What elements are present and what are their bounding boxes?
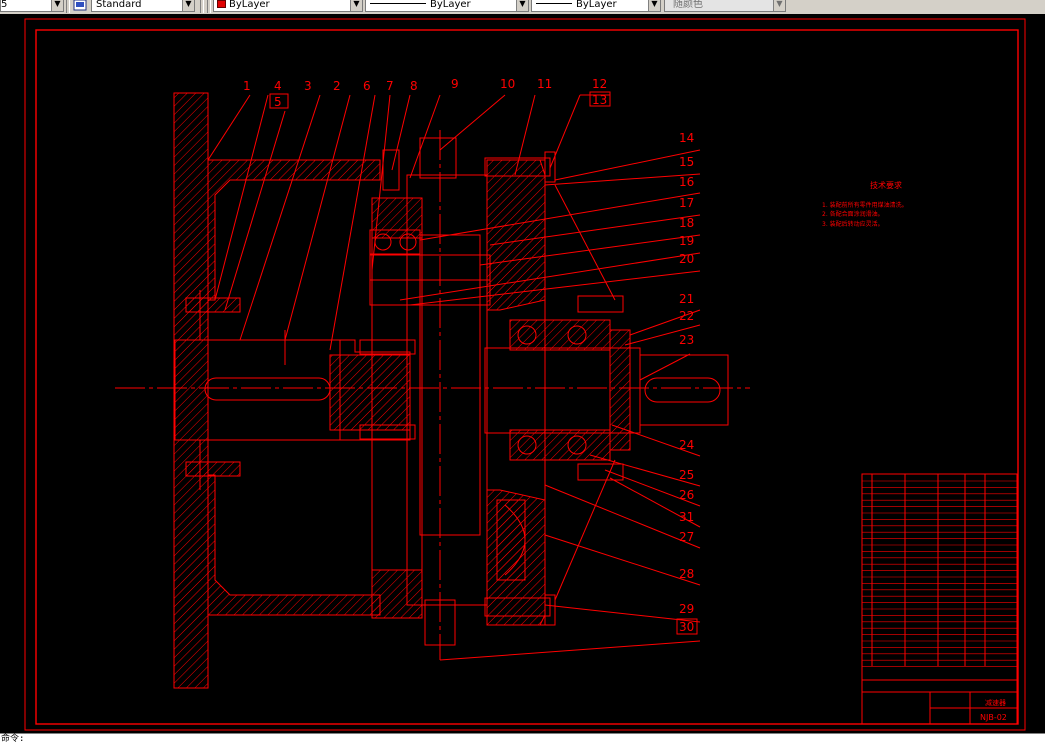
chevron-down-icon[interactable]: ▼ [350,0,362,11]
parts-list-table: 减速器 NJB-02 [861,473,1018,725]
upper-bearing [369,229,491,306]
balloon-21: 21 [679,292,694,306]
chevron-down-icon[interactable]: ▼ [773,0,785,11]
balloon-3: 3 [304,79,312,93]
layer-combo[interactable]: 5 ▼ [0,0,64,12]
text-style-value: Standard [96,0,142,10]
note-line: 2. 各配合面涂润滑油。 [822,210,884,218]
toolbar-separator [66,0,70,13]
balloon-15: 15 [679,155,694,169]
balloon-25: 25 [679,468,694,482]
balloon-1: 1 [243,79,251,93]
color-swatch-icon [217,0,226,8]
balloon-18: 18 [679,216,694,230]
balloon-13: 13 [592,93,607,107]
linetype-value: ByLayer [430,0,471,10]
drawing-canvas[interactable]: 1 4 5 3 2 6 7 8 9 10 11 12 13 14 15 16 1… [0,14,1045,733]
balloon-5: 5 [274,95,282,109]
balloon-27: 27 [679,530,694,544]
balloon-8: 8 [410,79,418,93]
balloon-10: 10 [500,77,515,91]
balloon-24: 24 [679,438,694,452]
balloon-22: 22 [679,309,694,323]
linetype-combo[interactable]: ByLayer ▼ [365,0,529,12]
chevron-down-icon[interactable]: ▼ [51,0,63,11]
balloon-12: 12 [592,77,607,91]
drawing-number: NJB-02 [980,713,1007,722]
lineweight-combo[interactable]: ByLayer ▼ [531,0,661,12]
input-shaft [174,330,411,441]
drawing-name: 减速器 [985,698,1006,707]
toolbar-separator [207,0,211,13]
chevron-down-icon[interactable]: ▼ [516,0,528,11]
balloon-20: 20 [679,252,694,266]
balloon-7: 7 [386,79,394,93]
note-line: 1. 装配前所有零件用煤油清洗。 [822,201,908,209]
technical-notes: 技术要求 1. 装配前所有零件用煤油清洗。 2. 各配合面涂润滑油。 3. 装配… [822,180,908,228]
balloon-31: 31 [679,510,694,524]
text-style-combo[interactable]: Standard ▼ [91,0,195,12]
balloon-16: 16 [679,175,694,189]
balloon-14: 14 [679,131,694,145]
balloon-2: 2 [333,79,341,93]
note-line: 3. 装配后转动应灵活。 [822,220,884,228]
balloon-19: 19 [679,234,694,248]
command-line[interactable]: 命令: [0,733,1045,745]
balloon-30: 30 [679,620,694,634]
color-value: ByLayer [229,0,270,10]
balloon-11: 11 [537,77,552,91]
toolbar-separator [200,0,204,13]
balloon-9: 9 [451,77,459,91]
linetype-preview-icon [370,3,426,4]
chevron-down-icon[interactable]: ▼ [182,0,194,11]
balloon-26: 26 [679,488,694,502]
balloon-4: 4 [274,79,282,93]
chevron-down-icon[interactable]: ▼ [648,0,660,11]
cad-drawing[interactable]: 1 4 5 3 2 6 7 8 9 10 11 12 13 14 15 16 1… [0,14,1045,733]
layer-combo-value: 5 [1,0,8,10]
right-cover [486,159,546,626]
lineweight-value: ByLayer [576,0,617,10]
lineweight-preview-icon [536,3,572,4]
balloon-6: 6 [363,79,371,93]
plot-style-combo[interactable]: 随颜色 ▼ [664,0,786,12]
properties-toolbar: 5 ▼ Standard ▼ ByLayer ▼ ByLayer ▼ ByLay… [0,0,1045,15]
notes-title: 技术要求 [870,180,902,190]
text-style-icon[interactable] [73,0,87,11]
color-combo[interactable]: ByLayer ▼ [213,0,363,12]
plot-style-value: 随颜色 [673,0,703,10]
balloon-17: 17 [679,196,694,210]
command-prompt: 命令: [1,734,25,744]
balloon-29: 29 [679,602,694,616]
balloon-28: 28 [679,567,694,581]
balloon-23: 23 [679,333,694,347]
